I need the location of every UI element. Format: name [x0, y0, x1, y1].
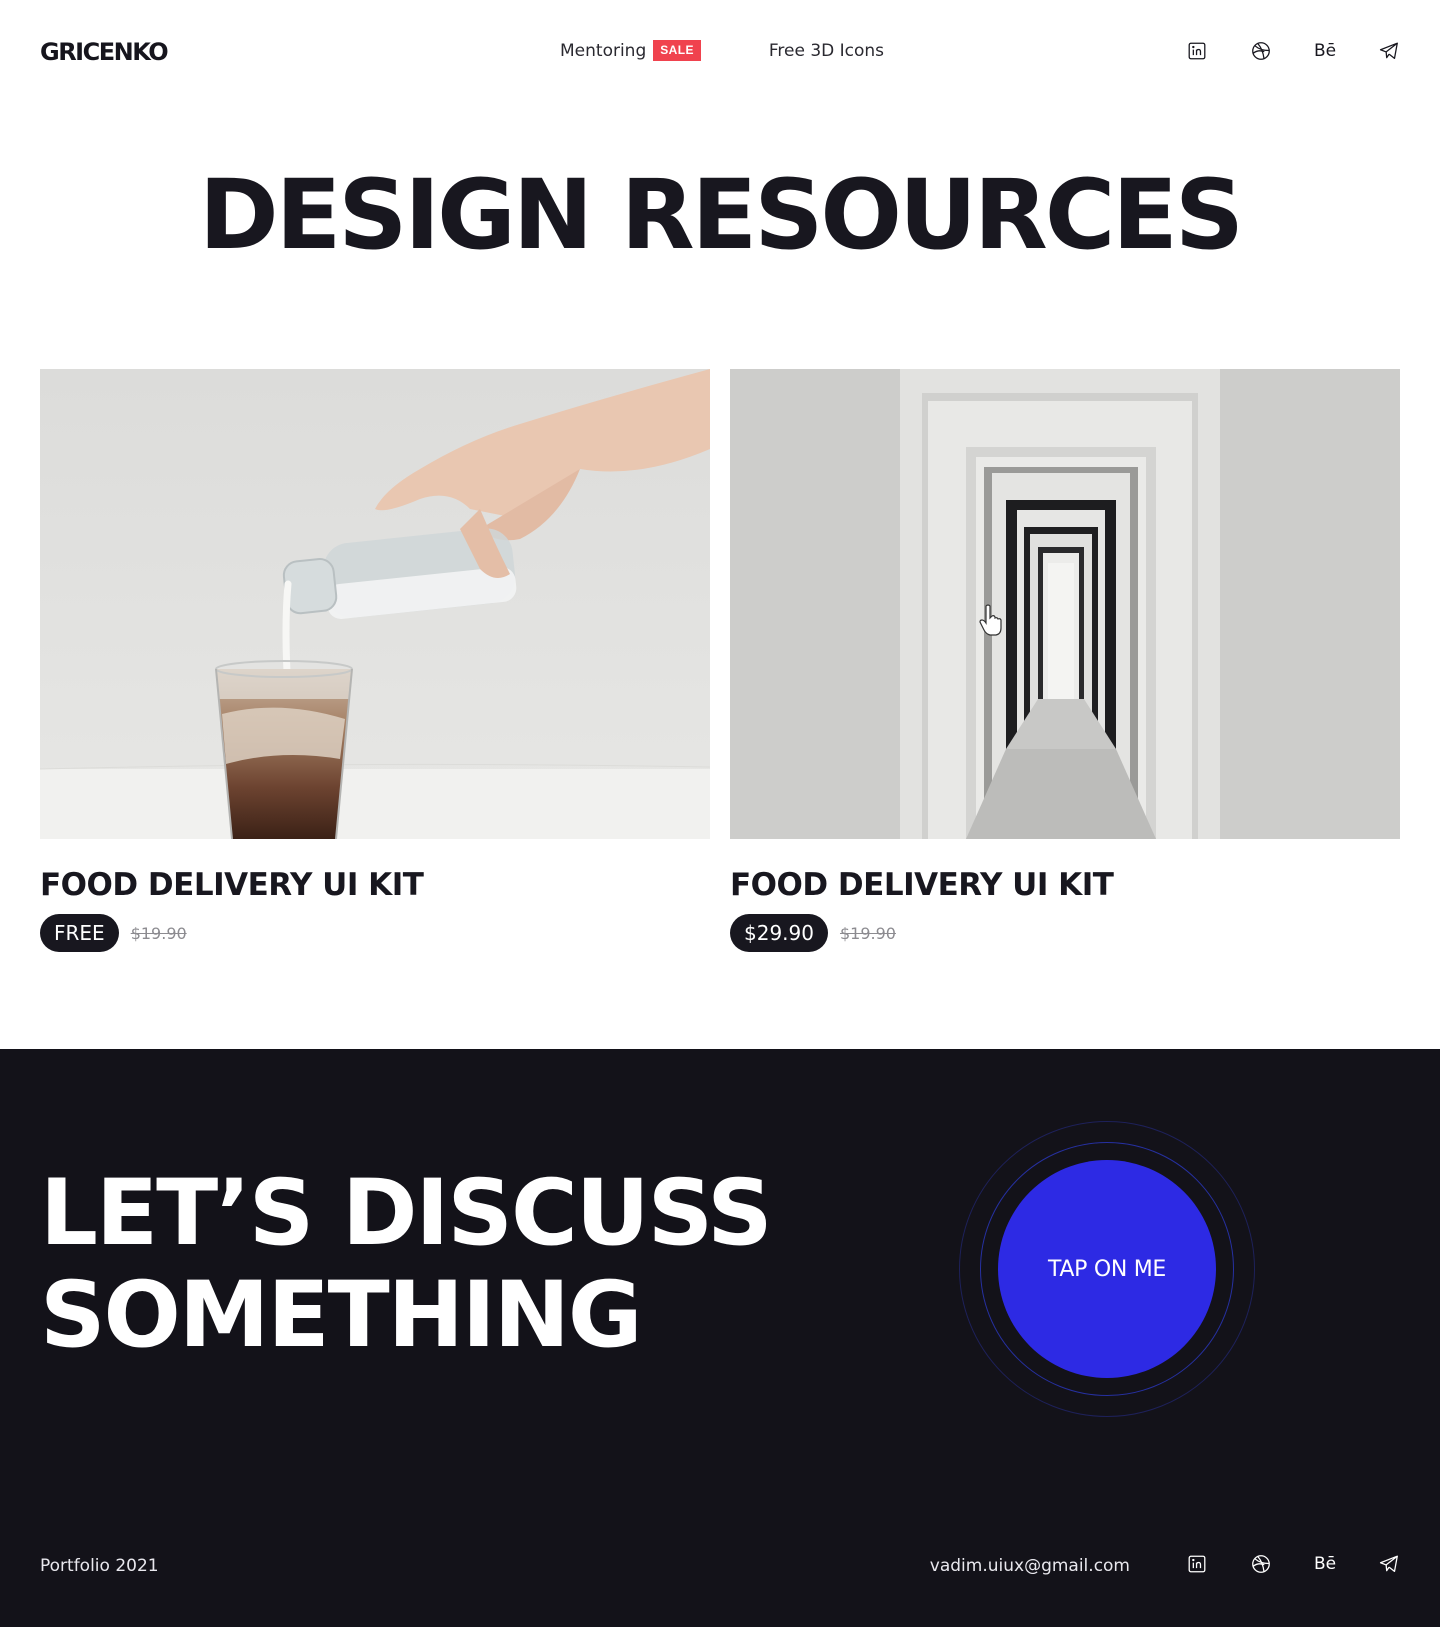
main-nav: Mentoring SALE Free 3D Icons — [560, 40, 884, 61]
portfolio-label: Portfolio 2021 — [40, 1556, 159, 1576]
sale-badge: SALE — [653, 40, 701, 61]
behance-label: Bē — [1313, 1554, 1337, 1574]
site-header: GRICENKO Mentoring SALE Free 3D Icons Bē — [0, 0, 1440, 108]
cta-heading: LET’S DISCUSS SOMETHING — [40, 1161, 773, 1368]
behance-label: Bē — [1313, 41, 1337, 61]
product-card[interactable]: FOOD DELIVERY UI KIT $29.90 $19.90 — [730, 369, 1400, 952]
nav-item-label: Mentoring — [560, 40, 647, 61]
dribbble-icon[interactable] — [1248, 1551, 1274, 1577]
cta-heading-line: SOMETHING — [40, 1263, 643, 1368]
tap-on-me-button[interactable]: TAP ON ME — [998, 1160, 1216, 1378]
telegram-icon[interactable] — [1376, 1551, 1402, 1577]
milk-pouring-into-iced-coffee-photo[interactable] — [40, 369, 710, 839]
price-badge: $29.90 — [730, 914, 828, 952]
price-row: FREE $19.90 — [40, 914, 710, 952]
price-badge: FREE — [40, 914, 119, 952]
behance-icon[interactable]: Bē — [1312, 1551, 1338, 1577]
receding-doorways-corridor-photo[interactable] — [730, 369, 1400, 839]
linkedin-icon[interactable] — [1184, 1551, 1210, 1577]
price-row: $29.90 $19.90 — [730, 914, 1400, 952]
email-link[interactable]: vadim.uiux@gmail.com — [930, 1556, 1130, 1576]
header-social-links: Bē — [1184, 38, 1402, 64]
old-price: $19.90 — [839, 923, 896, 943]
cta-heading-line: LET’S DISCUSS — [40, 1161, 773, 1266]
nav-item-mentoring[interactable]: Mentoring SALE — [560, 40, 701, 61]
dribbble-icon[interactable] — [1248, 38, 1274, 64]
old-price: $19.90 — [130, 923, 187, 943]
card-title[interactable]: FOOD DELIVERY UI KIT — [730, 868, 1400, 902]
nav-item-label: Free 3D Icons — [768, 40, 885, 61]
behance-icon[interactable]: Bē — [1312, 38, 1338, 64]
product-card[interactable]: FOOD DELIVERY UI KIT FREE $19.90 — [40, 369, 710, 952]
linkedin-icon[interactable] — [1184, 38, 1210, 64]
logo[interactable]: GRICENKO — [40, 38, 169, 66]
contact-section: LET’S DISCUSS SOMETHING TAP ON ME Portfo… — [0, 1049, 1440, 1627]
card-title[interactable]: FOOD DELIVERY UI KIT — [40, 868, 710, 902]
footer-social-links: Bē — [1184, 1551, 1402, 1577]
page-title: DESIGN RESOURCES — [199, 159, 1244, 271]
nav-item-free-3d-icons[interactable]: Free 3D Icons — [769, 41, 884, 61]
telegram-icon[interactable] — [1376, 38, 1402, 64]
